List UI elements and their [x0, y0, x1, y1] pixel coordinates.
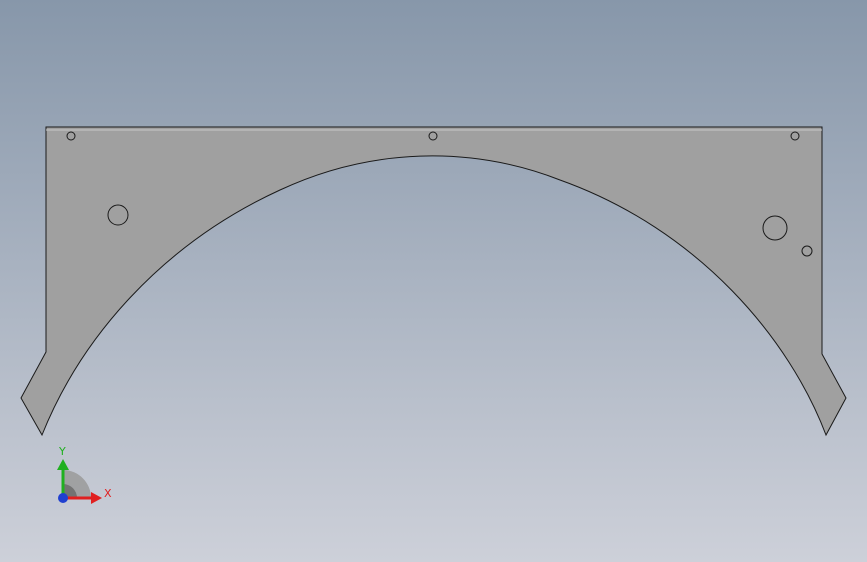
large-hole-right[interactable]	[762, 215, 788, 241]
y-axis-label: Y	[58, 445, 66, 458]
mount-hole-top-right[interactable]	[790, 131, 800, 141]
z-axis-icon	[58, 493, 68, 503]
large-hole-left[interactable]	[107, 204, 129, 226]
mount-hole-top-left[interactable]	[66, 131, 76, 141]
cad-viewport[interactable]: Y X	[0, 0, 867, 562]
x-axis-label: X	[104, 487, 112, 500]
mount-hole-top-center[interactable]	[428, 131, 438, 141]
small-hole-right[interactable]	[801, 245, 813, 257]
